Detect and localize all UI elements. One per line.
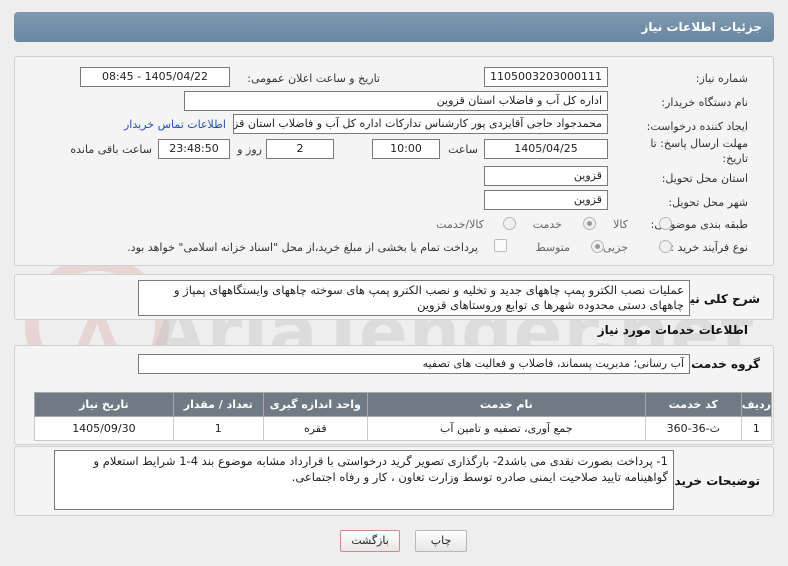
services-table-header: ردیف کد خدمت نام خدمت واحد اندازه گیری ت… bbox=[34, 392, 773, 417]
process-radio-minor[interactable] bbox=[659, 240, 672, 253]
category-option-goods-service: کالا/خدمت bbox=[436, 218, 484, 231]
category-radio-goods-service[interactable] bbox=[503, 217, 516, 230]
announce-datetime-field[interactable]: 1405/04/22 - 08:45 bbox=[80, 67, 230, 87]
buyer-notes-text[interactable]: 1- پرداخت بصورت نقدی می باشد2- بارگذاری … bbox=[54, 450, 674, 510]
deadline-time-label: ساعت bbox=[448, 143, 478, 156]
days-label: روز و bbox=[237, 143, 262, 156]
requester-field[interactable]: محمدجواد حاجی آقایزدی پور کارشناس تدارکا… bbox=[233, 114, 608, 134]
category-radio-service[interactable] bbox=[583, 217, 596, 230]
deadline-date-field[interactable]: 1405/04/25 bbox=[484, 139, 608, 159]
cell-need-date: 1405/09/30 bbox=[34, 416, 174, 441]
process-type-label: نوع فرآیند خرید : bbox=[670, 241, 748, 254]
service-group-label: گروه خدمت: bbox=[686, 357, 760, 371]
cell-quantity: 1 bbox=[172, 416, 264, 441]
buyer-org-field[interactable]: اداره کل آب و فاضلاب استان قزوین bbox=[184, 91, 608, 111]
cell-service-name: جمع آوری، تصفیه و تامین آب bbox=[366, 416, 646, 441]
deadline-time-field[interactable]: 10:00 bbox=[372, 139, 440, 159]
process-option-minor: جزیی bbox=[602, 241, 628, 254]
col-quantity: تعداد / مقدار bbox=[172, 392, 264, 417]
category-radio-goods[interactable] bbox=[659, 217, 672, 230]
cell-row-number: 1 bbox=[740, 416, 773, 441]
col-unit: واحد اندازه گیری bbox=[262, 392, 368, 417]
deadline-label: مهلت ارسال پاسخ: تا تاریخ: bbox=[650, 137, 748, 165]
process-radio-medium[interactable] bbox=[591, 240, 604, 253]
col-service-code: کد خدمت bbox=[644, 392, 742, 417]
cell-service-code: ث-36-360 bbox=[644, 416, 742, 441]
back-button[interactable]: بازگشت bbox=[340, 530, 400, 552]
process-option-medium: متوسط bbox=[535, 241, 570, 254]
announce-datetime-label: تاریخ و ساعت اعلان عمومی: bbox=[247, 72, 380, 85]
summary-text[interactable]: عملیات نصب الکترو پمپ چاههای جدید و تخلی… bbox=[138, 280, 690, 316]
col-need-date: تاریخ نیاز bbox=[34, 392, 174, 417]
requester-label: ایجاد کننده درخواست: bbox=[646, 120, 748, 133]
print-button[interactable]: چاپ bbox=[415, 530, 467, 552]
buyer-contact-link[interactable]: اطلاعات تماس خریدار bbox=[124, 118, 226, 131]
services-table: ردیف کد خدمت نام خدمت واحد اندازه گیری ت… bbox=[34, 392, 773, 441]
treasury-payment-note: پرداخت تمام یا بخشی از مبلغ خرید،از محل … bbox=[127, 241, 478, 254]
days-field[interactable]: 2 bbox=[266, 139, 334, 159]
need-number-field[interactable]: 1105003203000111 bbox=[484, 67, 608, 87]
service-group-field[interactable]: آب رسانی؛ مدیریت پسماند، فاضلاب و فعالیت… bbox=[138, 354, 690, 374]
col-row-number: ردیف bbox=[740, 392, 773, 417]
services-section-title: اطلاعات خدمات مورد نیاز bbox=[597, 323, 748, 337]
need-number-label: شماره نیاز: bbox=[695, 72, 748, 85]
page-title: جزئیات اطلاعات نیاز bbox=[14, 12, 774, 42]
col-service-name: نام خدمت bbox=[366, 392, 646, 417]
delivery-province-label: استان محل تحویل: bbox=[661, 172, 748, 185]
treasury-payment-checkbox[interactable] bbox=[494, 239, 507, 252]
cell-unit: فقره bbox=[262, 416, 368, 441]
remaining-time-field[interactable]: 23:48:50 bbox=[158, 139, 230, 159]
remaining-time-label: ساعت باقی مانده bbox=[70, 143, 152, 156]
category-option-goods: کالا bbox=[613, 218, 628, 231]
delivery-city-field[interactable]: قزوین bbox=[484, 190, 608, 210]
delivery-province-field[interactable]: قزوین bbox=[484, 166, 608, 186]
category-option-service: خدمت bbox=[532, 218, 562, 231]
buyer-org-label: نام دستگاه خریدار: bbox=[661, 96, 748, 109]
table-row[interactable]: 1 ث-36-360 جمع آوری، تصفیه و تامین آب فق… bbox=[34, 416, 773, 441]
delivery-city-label: شهر محل تحویل: bbox=[668, 196, 748, 209]
